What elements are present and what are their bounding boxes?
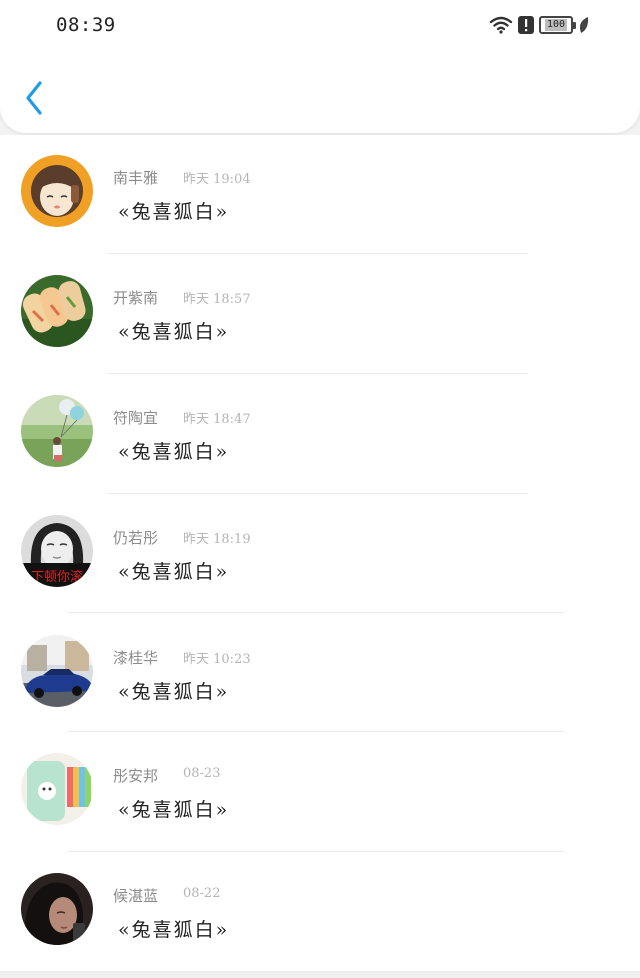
list-item[interactable]: 漆桂华 昨天 10:23 «兔喜狐白» xyxy=(0,615,640,735)
list-item[interactable]: 开紫南 昨天 18:57 «兔喜狐白» xyxy=(0,255,640,375)
alert-icon xyxy=(518,16,534,34)
avatar-banner-text: 下顿你滚 xyxy=(31,569,83,585)
message-text: «兔喜狐白» xyxy=(118,919,230,941)
avatar xyxy=(21,395,93,467)
message-time: 昨天 18:19 xyxy=(183,532,251,547)
list-item[interactable]: 候湛蓝 08-22 «兔喜狐白» xyxy=(0,853,640,973)
message-time: 08-22 xyxy=(183,886,221,901)
avatar xyxy=(21,275,93,347)
spring-rolls-avatar xyxy=(21,275,93,347)
balloon-girl-avatar xyxy=(21,395,93,467)
list-item[interactable]: 彤安邦 08-23 «兔喜狐白» xyxy=(0,733,640,853)
top-bar: 08:39 100 xyxy=(0,0,640,133)
blue-car-avatar xyxy=(21,635,93,707)
sender-name: 候湛蓝 xyxy=(113,887,159,905)
divider xyxy=(107,253,527,254)
message-text: «兔喜狐白» xyxy=(118,321,230,343)
divider xyxy=(68,612,564,613)
dark-girl-avatar xyxy=(21,873,93,945)
sender-name: 彤安邦 xyxy=(113,767,159,785)
avatar xyxy=(21,873,93,945)
message-time: 昨天 10:23 xyxy=(183,652,251,667)
message-time: 昨天 18:47 xyxy=(183,412,251,427)
chevron-left-icon xyxy=(26,81,42,115)
anime-girl-avatar xyxy=(21,155,93,227)
wifi-icon xyxy=(489,16,513,34)
message-text: «兔喜狐白» xyxy=(118,561,230,583)
avatar: 下顿你滚 xyxy=(21,515,93,587)
message-list: 南丰雅 昨天 19:04 «兔喜狐白» 开紫南 昨天 18:57 «兔喜狐白» xyxy=(0,135,640,971)
divider xyxy=(107,373,527,374)
sender-name: 仍若彤 xyxy=(113,529,159,547)
status-icons: 100 xyxy=(489,14,590,36)
status-time: 08:39 xyxy=(56,14,116,36)
battery-icon: 100 xyxy=(539,16,576,34)
divider xyxy=(68,731,564,732)
message-time: 昨天 18:57 xyxy=(183,292,251,307)
bottom-strip xyxy=(0,971,640,978)
list-item[interactable]: 南丰雅 昨天 19:04 «兔喜狐白» xyxy=(0,135,640,255)
message-text: «兔喜狐白» xyxy=(118,799,230,821)
divider xyxy=(107,493,527,494)
avatar xyxy=(21,753,93,825)
divider xyxy=(68,851,564,852)
sender-name: 开紫南 xyxy=(113,289,159,307)
battery-level: 100 xyxy=(544,19,568,31)
message-text: «兔喜狐白» xyxy=(118,441,230,463)
message-time: 昨天 19:04 xyxy=(183,172,251,187)
avatar xyxy=(21,635,93,707)
list-item[interactable]: 符陶宜 昨天 18:47 «兔喜狐白» xyxy=(0,375,640,495)
phone-case-avatar xyxy=(21,753,93,825)
message-text: «兔喜狐白» xyxy=(118,681,230,703)
message-text: «兔喜狐白» xyxy=(118,201,230,223)
list-item[interactable]: 下顿你滚 仍若彤 昨天 18:19 «兔喜狐白» xyxy=(0,495,640,615)
back-button[interactable] xyxy=(20,78,50,118)
bw-girl-avatar: 下顿你滚 xyxy=(21,515,93,587)
avatar xyxy=(21,155,93,227)
leaf-icon xyxy=(579,17,589,33)
sender-name: 符陶宜 xyxy=(113,409,159,427)
sender-name: 漆桂华 xyxy=(113,649,159,667)
sender-name: 南丰雅 xyxy=(113,169,159,187)
message-time: 08-23 xyxy=(183,766,221,781)
